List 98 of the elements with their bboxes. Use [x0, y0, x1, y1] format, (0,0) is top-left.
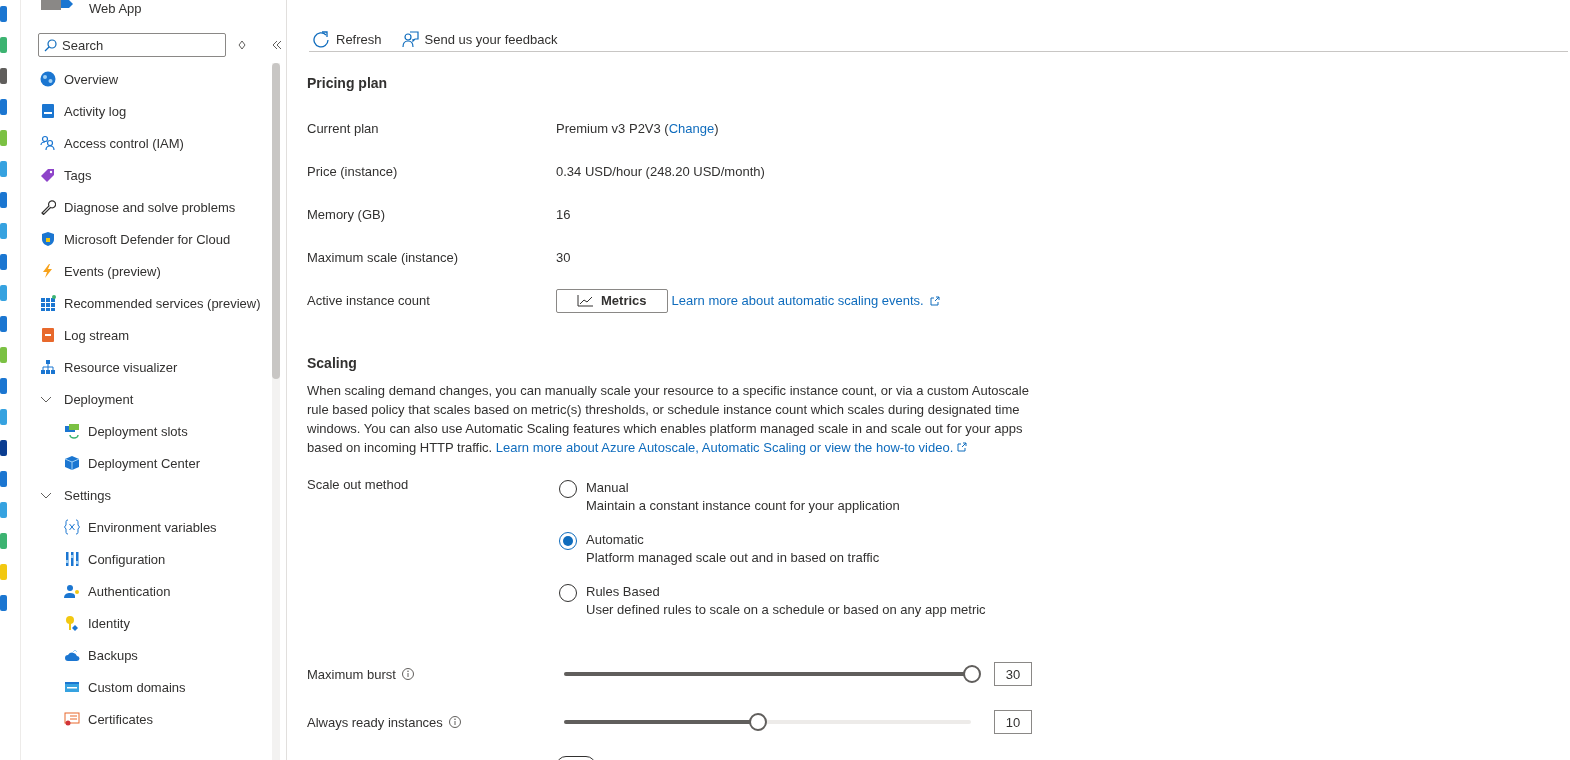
nav-item[interactable]: Diagnose and solve problems — [40, 191, 272, 223]
learn-more-link[interactable]: Learn more about Azure Autoscale, Automatic Scaling or view the how-to video. — [495, 440, 954, 455]
external-link-icon — [956, 442, 967, 452]
nav-group[interactable]: Settings — [40, 479, 272, 511]
field-value: 30 — [556, 250, 571, 265]
people-icon — [40, 135, 56, 151]
diamond-icon — [238, 40, 246, 50]
nav-item[interactable]: Resource visualizer — [40, 351, 272, 383]
cube-icon — [64, 455, 80, 471]
section-title: Pricing plan — [307, 75, 389, 91]
key-icon — [64, 615, 80, 631]
field-value: 16 — [556, 207, 571, 222]
number-field[interactable]: 10 — [994, 710, 1032, 734]
option-description: User defined rules to scale on a schedule or based on any app metric — [586, 602, 986, 617]
document-icon — [40, 103, 56, 119]
option-label: Rules Based — [586, 584, 661, 599]
nav-item[interactable]: Microsoft Defender for Cloud — [40, 223, 272, 255]
hierarchy-icon — [40, 359, 56, 375]
field-label: Maximum burst — [307, 666, 396, 682]
feedback-icon — [401, 31, 419, 48]
nav-item[interactable]: Authentication — [40, 575, 272, 607]
nav-item[interactable]: Identity — [40, 607, 272, 639]
user-key-icon — [64, 583, 80, 599]
search-field[interactable]: Search — [38, 33, 226, 57]
braces-icon — [64, 519, 80, 535]
card-icon — [64, 679, 80, 695]
field-label: Active instance count — [307, 293, 431, 308]
option-description: Platform managed scale out and in based on traffic — [586, 550, 880, 565]
shield-icon — [40, 231, 56, 247]
info-icon[interactable] — [448, 716, 461, 728]
search-icon — [44, 39, 57, 52]
double-chevron-icon — [272, 40, 282, 50]
service-icon[interactable] — [0, 4, 8, 24]
radio-button[interactable] — [559, 480, 577, 498]
radio-button[interactable] — [559, 532, 577, 550]
nav-item[interactable]: Access control (IAM) — [40, 127, 272, 159]
nav-item[interactable]: Configuration — [40, 543, 272, 575]
field-label: Maximum scale (instance) — [307, 250, 459, 265]
service-icon[interactable] — [0, 190, 8, 210]
change-link[interactable]: Change — [668, 121, 715, 136]
wrench-icon — [40, 199, 56, 215]
radio-button[interactable] — [559, 584, 577, 602]
option-label: Automatic — [586, 532, 645, 547]
scrollbar[interactable] — [272, 63, 280, 760]
service-icon[interactable] — [0, 314, 8, 334]
field-label: Current plan — [307, 121, 380, 136]
certificate-icon — [64, 711, 80, 727]
slider-thumb[interactable] — [749, 713, 768, 731]
slots-icon — [64, 423, 80, 439]
field-value: Premium v3 P2V3 (Change) — [556, 121, 719, 136]
learn-more-link[interactable]: Learn more about automatic scaling events. — [671, 293, 924, 308]
nav-item[interactable]: Events (preview) — [40, 255, 272, 287]
nav-item[interactable]: Log stream — [40, 319, 272, 351]
metrics-button[interactable]: Metrics — [556, 288, 668, 313]
toolbar-button[interactable]: Refresh — [309, 31, 384, 48]
nav-item[interactable]: Custom domains — [40, 671, 272, 703]
nav-item[interactable]: Activity log — [40, 95, 272, 127]
sliders-icon — [64, 551, 80, 567]
info-icon[interactable] — [401, 668, 414, 680]
field-label: Always ready instances — [307, 714, 443, 730]
log-file-icon — [40, 327, 56, 343]
grid-icon — [40, 295, 56, 311]
number-field[interactable]: 30 — [994, 662, 1032, 686]
nav-item[interactable]: Environment variables — [40, 511, 272, 543]
tag-icon — [40, 167, 56, 183]
globe-icon — [40, 71, 56, 87]
resource-type-label: Web App — [89, 1, 142, 16]
service-icon[interactable] — [0, 97, 8, 117]
option-label: Manual — [586, 480, 630, 495]
app-service-icon — [41, 0, 73, 12]
nav-group[interactable]: Deployment — [40, 383, 272, 415]
section-title: Scaling — [307, 355, 358, 371]
nav-item[interactable]: Overview — [40, 63, 272, 95]
service-icon[interactable] — [0, 376, 8, 396]
nav-item[interactable]: Deployment slots — [40, 415, 272, 447]
description-text: When scaling demand changes, you can manually scale your resource to a specific instance count, or via a custom Autoscale rule based policy that scales based on metric(s) thresholds, or schedule instance count which scales during designated time windows. You can also use Automatic Scaling features which enables platform managed scale in and scale out for your apps based on incoming HTTP traffic. Learn more about Azure Autoscale, Automatic Scaling or view the how-to video. — [307, 382, 1030, 457]
service-icon[interactable] — [0, 438, 8, 458]
slider-thumb[interactable] — [963, 665, 981, 683]
nav-item[interactable]: Tags — [40, 159, 272, 191]
scrollbar-thumb[interactable] — [272, 63, 280, 379]
field-value: 0.34 USD/hour (248.20 USD/month) — [556, 164, 765, 179]
nav-item[interactable]: Certificates — [40, 703, 272, 735]
toolbar-button[interactable]: Send us your feedback — [397, 31, 560, 48]
service-icon[interactable] — [0, 252, 8, 272]
cloud-icon — [64, 647, 80, 663]
service-icon[interactable] — [0, 66, 8, 86]
option-description: Maintain a constant instance count for your application — [586, 498, 900, 513]
service-icon[interactable] — [0, 593, 8, 613]
line-chart-icon — [577, 294, 593, 307]
refresh-icon — [313, 31, 330, 48]
nav-item[interactable]: Deployment Center — [40, 447, 272, 479]
service-icon[interactable] — [0, 469, 8, 489]
nav-item[interactable]: Recommended services (preview) — [40, 287, 272, 319]
nav-item[interactable]: Backups — [40, 639, 272, 671]
field-label: Scale out method — [307, 477, 410, 492]
field-label: Price (instance) — [307, 164, 399, 179]
external-link-icon — [929, 295, 940, 306]
field-label: Memory (GB) — [307, 207, 386, 222]
